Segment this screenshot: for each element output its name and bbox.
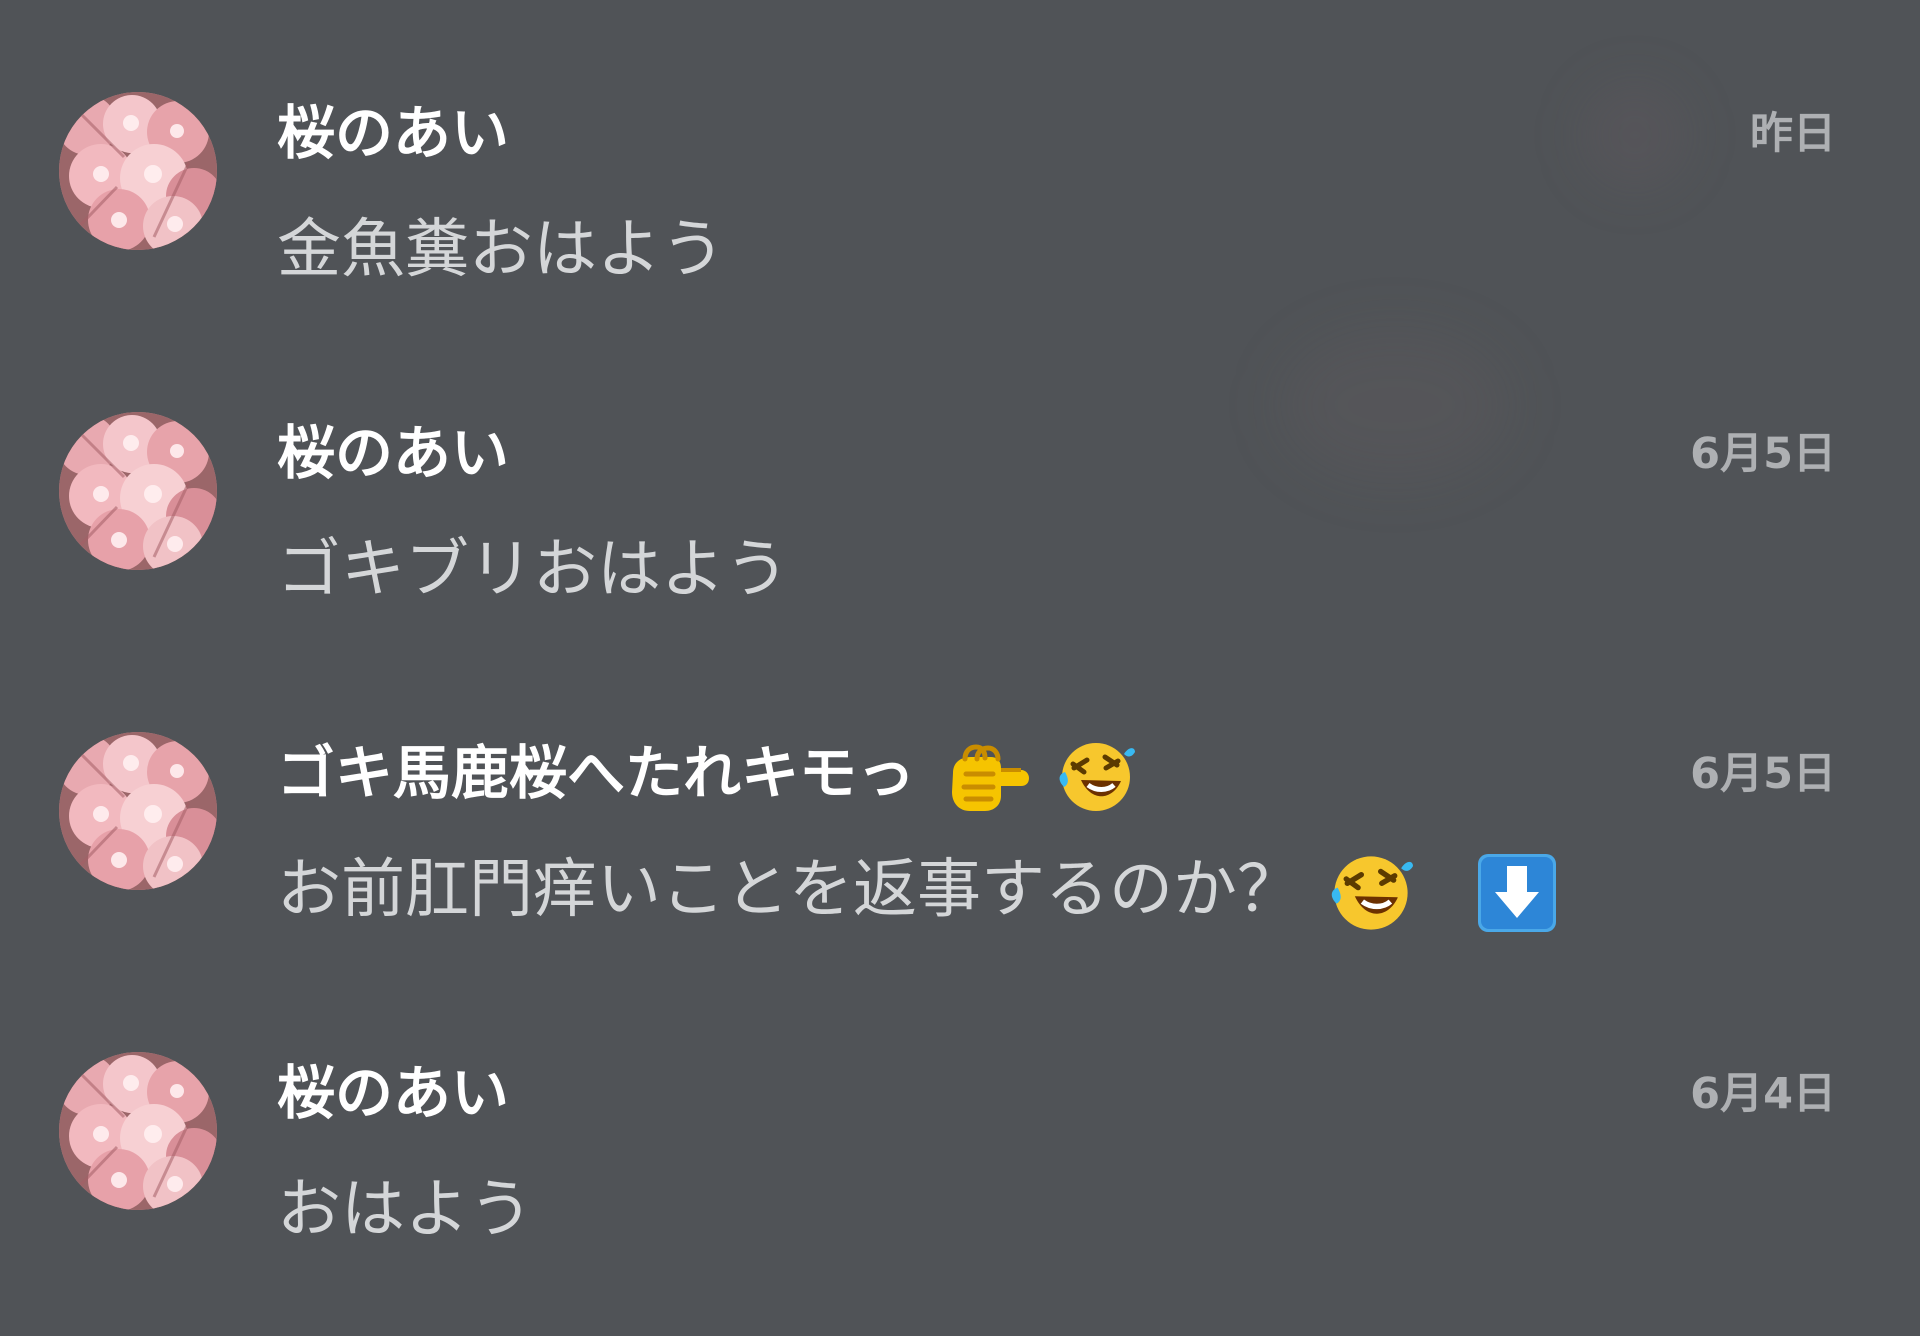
chat-list-item[interactable]: 桜のあい 6月4日 おはよう xyxy=(0,960,1920,1280)
chat-list-item[interactable]: 桜のあい 昨日 金魚糞おはよう xyxy=(0,0,1920,320)
cherry-blossom-icon xyxy=(59,732,217,890)
down-arrow-icon xyxy=(1476,852,1558,934)
message-time: 6月5日 xyxy=(1690,429,1836,479)
chat-list: 桜のあい 昨日 金魚糞おはよう 桜のあい 6月5日 ゴキブリおはよう ゴキ馬鹿桜… xyxy=(0,0,1920,1336)
sender-name: ゴキ馬鹿桜へたれキモっ xyxy=(277,738,1136,816)
cherry-blossom-icon xyxy=(59,412,217,570)
sender-name: 桜のあい xyxy=(277,419,510,487)
rolling-laugh-icon xyxy=(1059,743,1136,811)
message-time: 昨日 xyxy=(1750,109,1836,159)
pointing-fist-emoji xyxy=(943,739,1030,815)
cherry-blossom-avatar xyxy=(59,412,217,570)
chat-list-item[interactable]: ゴキ馬鹿桜へたれキモっ 6月5日 お前肛門痒いことを返事するのか？ xyxy=(0,640,1920,960)
cherry-blossom-avatar xyxy=(59,1052,217,1210)
down-arrow-icon xyxy=(1477,854,1556,933)
cherry-blossom-icon xyxy=(59,92,217,250)
pointing-fist-icon xyxy=(952,744,1030,811)
cherry-blossom-icon xyxy=(59,1052,217,1210)
rolling-laugh-icon xyxy=(1332,856,1414,931)
rolling-laugh-emoji xyxy=(1329,851,1414,935)
sender-name: 桜のあい xyxy=(277,1059,510,1127)
message-preview: ゴキブリおはよう xyxy=(277,533,789,607)
message-preview-text: お前肛門痒いことを返事するのか？ xyxy=(277,853,1301,927)
rolling-laugh-emoji xyxy=(1057,738,1136,816)
sender-name: 桜のあい xyxy=(277,99,510,167)
cherry-blossom-avatar xyxy=(59,92,217,250)
chat-list-item[interactable]: 桜のあい 6月5日 ゴキブリおはよう xyxy=(0,320,1920,640)
message-time: 6月4日 xyxy=(1690,1069,1836,1119)
chat-screen: 桜のあい 昨日 金魚糞おはよう 桜のあい 6月5日 ゴキブリおはよう ゴキ馬鹿桜… xyxy=(0,0,1920,1336)
message-preview: お前肛門痒いことを返事するのか？ xyxy=(277,850,1558,935)
message-preview: おはよう xyxy=(277,1173,533,1247)
message-time: 6月5日 xyxy=(1690,749,1836,799)
sender-name-text: ゴキ馬鹿桜へたれキモっ xyxy=(277,739,916,808)
message-preview: 金魚糞おはよう xyxy=(277,213,725,287)
cherry-blossom-avatar xyxy=(59,732,217,890)
